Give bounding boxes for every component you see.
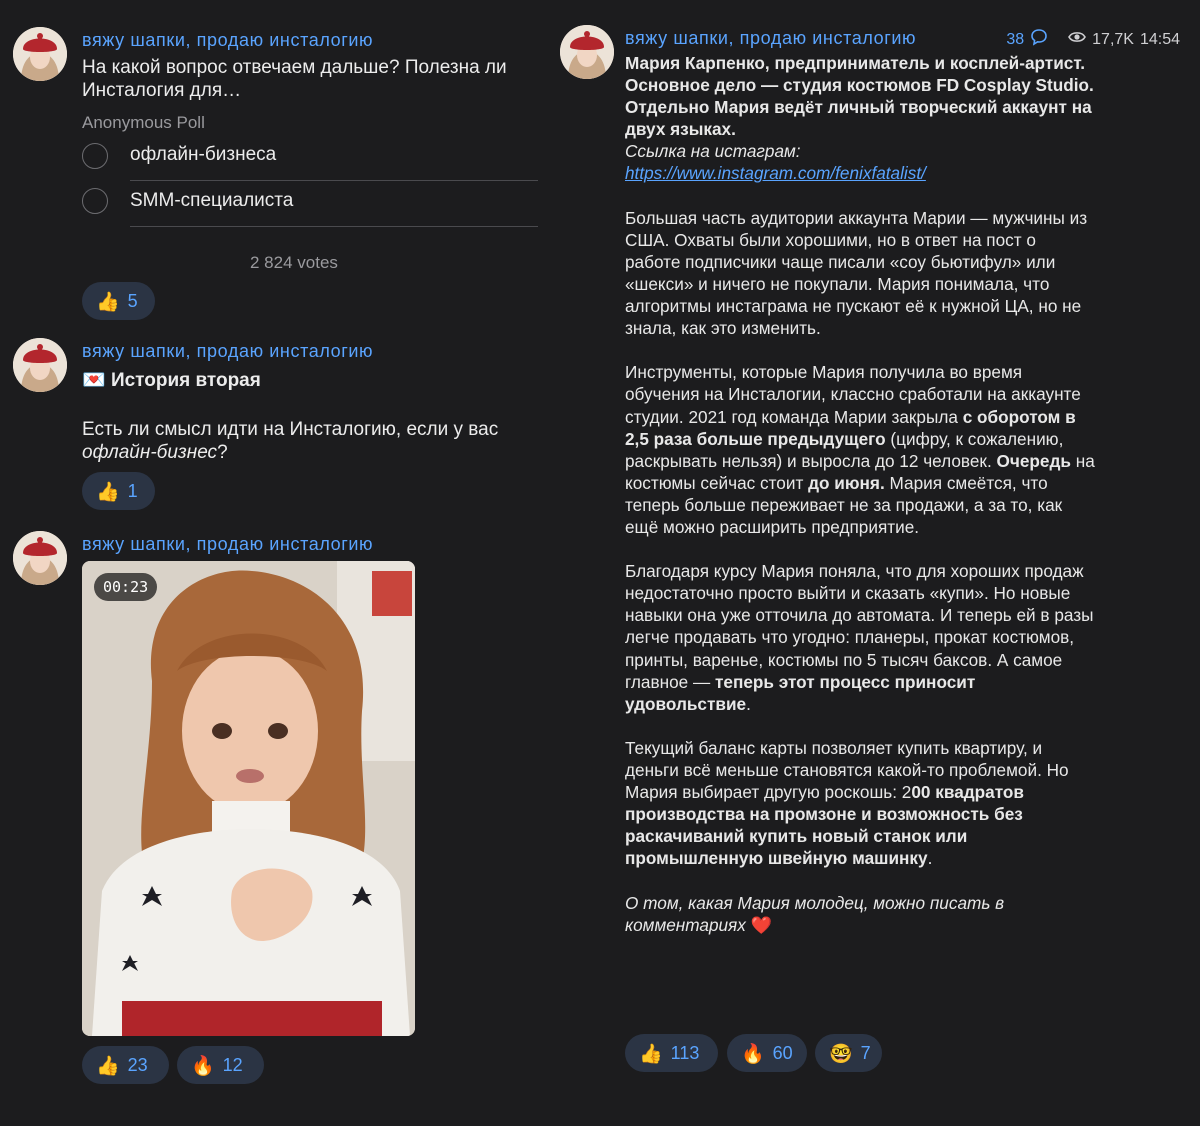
reaction-count: 1 [127,480,138,501]
post-text-part: ? [217,442,228,463]
heart-icon: ❤️ [750,915,773,936]
channel-avatar[interactable] [560,25,614,79]
text-italic: О том, какая Мария молодец, можно писать… [625,892,1005,935]
poll-type: Anonymous Poll [82,113,205,132]
comments-count[interactable]: 38 [1006,31,1024,49]
poll-option-label[interactable]: SMM-специалиста [130,190,293,212]
paragraph: Инструменты, которые Мария получила во в… [625,361,1095,538]
text-bold: Очередь [996,450,1071,471]
post-heading-text: История вторая [110,370,261,391]
video-thumbnail [82,561,415,1036]
fire-icon: 🔥 [191,1054,215,1077]
nerd-face-icon: 🤓 [829,1042,853,1065]
reaction-thumbs-up[interactable]: 👍 113 [625,1034,718,1072]
poll-option-label[interactable]: офлайн-бизнеса [130,144,276,166]
thumbs-up-icon: 👍 [96,1054,120,1077]
post-author[interactable]: вяжу шапки, продаю инсталогию [82,534,373,555]
reaction-fire[interactable]: 🔥 60 [727,1034,807,1072]
post-text: Есть ли смысл идти на Инсталогию, если у… [82,418,532,464]
post-author[interactable]: вяжу шапки, продаю инсталогию [82,341,373,362]
post-text-italic: офлайн-бизнес [82,442,218,463]
reaction-count: 7 [860,1042,871,1063]
video-duration: 00:23 [94,573,158,601]
video-player[interactable]: 00:23 [82,561,415,1036]
poll-divider [130,180,538,181]
thumbs-up-icon: 👍 [639,1042,663,1065]
post-intro-bold: Основное дело — студия костюмов FD Cospl… [625,75,1094,140]
channel-avatar[interactable] [13,531,67,585]
comment-icon[interactable] [1030,28,1048,51]
post-heading: 💌 История вторая [82,369,261,392]
reaction-count: 12 [222,1054,243,1075]
poll-divider [130,226,538,227]
post-time: 14:54 [1139,30,1180,48]
paragraph: Большая часть аудитории аккаунта Марии —… [625,207,1088,339]
reaction-thumbs-up[interactable]: 👍 23 [82,1046,169,1084]
poll-option-radio[interactable] [82,188,108,214]
text-part: . [746,693,751,714]
channel-avatar[interactable] [13,338,67,392]
reaction-count: 113 [670,1042,700,1063]
post-body: Мария Карпенко, предприниматель и коспле… [625,52,1095,937]
channel-avatar[interactable] [13,27,67,81]
reaction-count: 60 [772,1042,793,1063]
eye-icon [1068,30,1087,49]
reaction-nerd[interactable]: 🤓 7 [815,1034,882,1072]
reaction-count: 23 [127,1054,148,1075]
fire-icon: 🔥 [741,1042,765,1065]
link-label: Ссылка на истаграм: [625,141,801,162]
love-letter-icon: 💌 [82,369,106,391]
paragraph: Благодаря курсу Мария поняла, что для хо… [625,560,1095,715]
paragraph: О том, какая Мария молодец, можно писать… [625,892,1095,937]
poll-option-radio[interactable] [82,143,108,169]
post-author[interactable]: вяжу шапки, продаю инсталогию [625,28,916,49]
post-intro-bold: Мария Карпенко, предприниматель и коспле… [625,53,1086,73]
reaction-count: 5 [127,290,138,311]
thumbs-up-icon: 👍 [96,290,120,313]
reaction-thumbs-up[interactable]: 👍 5 [82,282,155,320]
poll-votes: 2 824 votes [250,253,338,272]
text-part: . [927,848,933,869]
post-meta: 38 17,7K 14:54 [1006,28,1180,51]
views-count: 17,7K [1092,30,1134,48]
post-author[interactable]: вяжу шапки, продаю инсталогию [82,30,373,51]
text-bold: до июня. [808,472,885,493]
poll-question: На какой вопрос отвечаем дальше? Полезна… [82,57,507,101]
post-text-part: Есть ли смысл идти на Инсталогию, если у… [82,419,499,440]
reaction-fire[interactable]: 🔥 12 [177,1046,264,1084]
thumbs-up-icon: 👍 [96,480,120,503]
reaction-thumbs-up[interactable]: 👍 1 [82,472,155,510]
paragraph: Текущий баланс карты позволяет купить кв… [625,737,1095,870]
instagram-link[interactable]: https://www.instagram.com/fenixfatalist/ [625,163,926,183]
